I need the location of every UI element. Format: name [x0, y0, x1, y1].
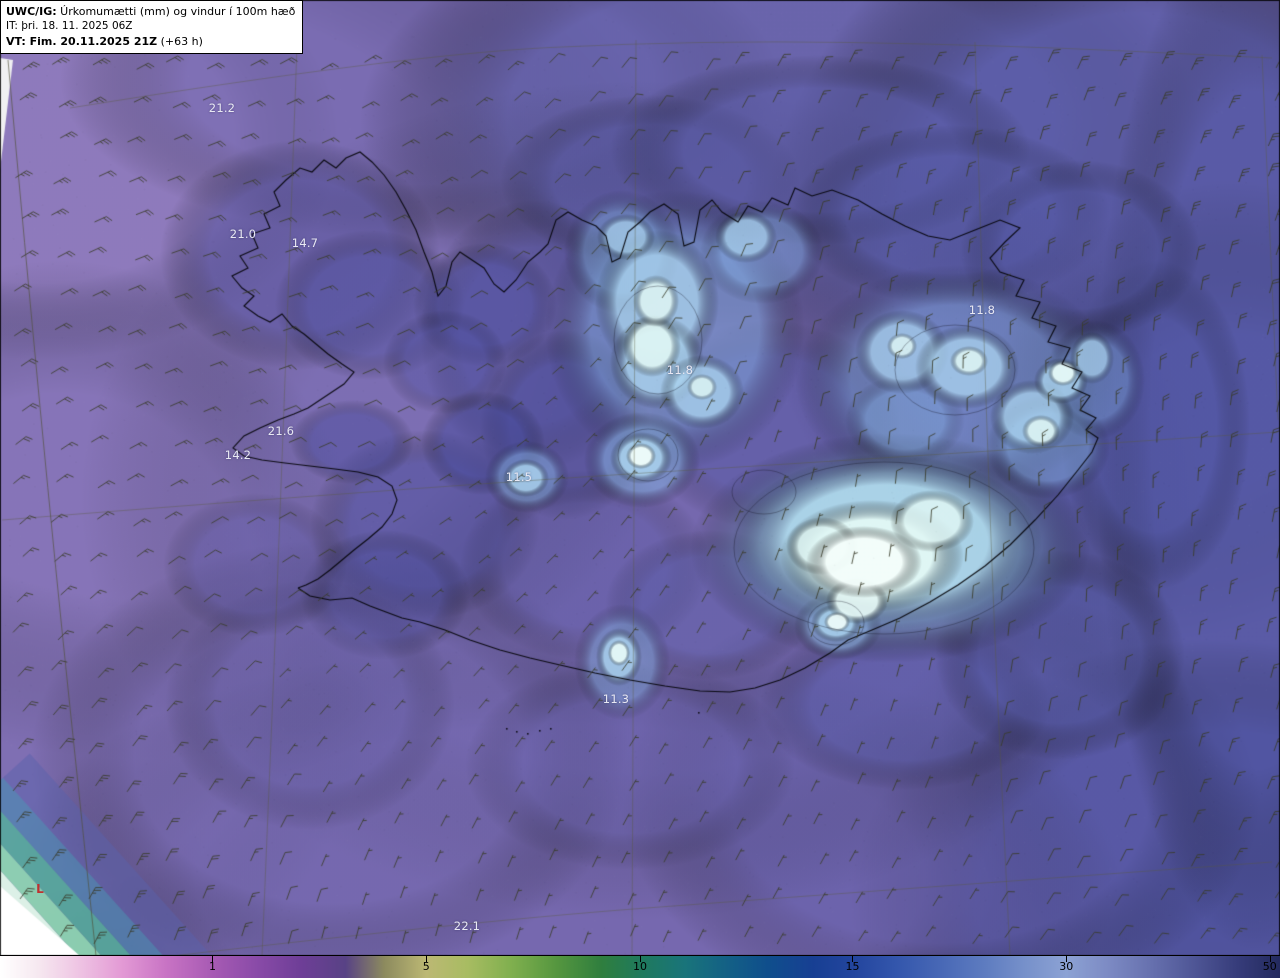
colorbar-tick-label: 50 — [1263, 956, 1277, 978]
map-title-line: UWC/IG: Úrkomumætti (mm) og vindur í 100… — [6, 4, 295, 19]
weather-map: 21.2 21.0 14.7 21.6 14.2 11.8 11.8 11.5 11.3 22.1… — [0, 0, 1280, 978]
colorbar: 1 5 10 15 30 50 — [0, 955, 1280, 978]
valid-time-line: VT: Fim. 20.11.2025 21Z (+63 h) — [6, 34, 295, 49]
map-title-text: Úrkomumætti (mm) og vindur í 100m hæð — [57, 5, 296, 18]
valid-time-extra: (+63 h) — [157, 35, 203, 48]
colorbar-tick-label: 1 — [209, 956, 216, 978]
colorbar-tick-label: 5 — [423, 956, 430, 978]
model-label: UWC/IG: — [6, 5, 57, 18]
colorbar-tick-label: 30 — [1059, 956, 1073, 978]
weather-map-canvas — [0, 0, 1280, 956]
colorbar-tick-label: 10 — [633, 956, 647, 978]
valid-time-text: VT: Fim. 20.11.2025 21Z — [6, 35, 157, 48]
init-time-line: IT: þri. 18. 11. 2025 06Z — [6, 19, 295, 34]
title-box: UWC/IG: Úrkomumætti (mm) og vindur í 100… — [0, 0, 303, 54]
colorbar-tick-label: 15 — [845, 956, 859, 978]
